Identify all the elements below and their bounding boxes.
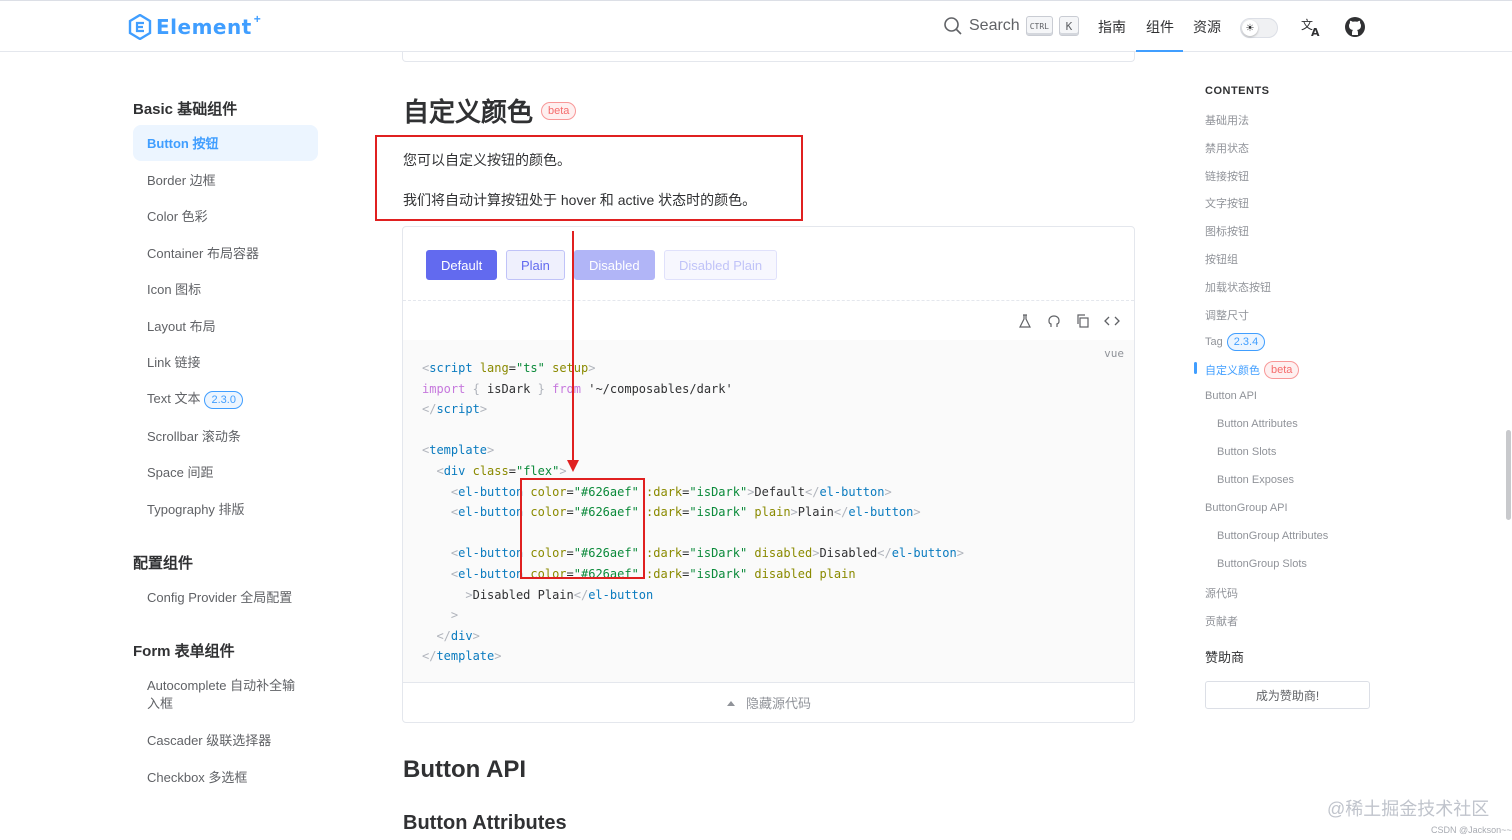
sidebar-item-link[interactable]: Link 链接 [147,354,200,372]
sun-icon: ☀ [1242,20,1258,36]
sidebar-item-button[interactable]: Button 按钮 [147,135,218,153]
element-plus-logo[interactable]: Element + [128,12,263,41]
previous-demo-card-edge [402,52,1135,62]
toc-item-basic[interactable]: 基础用法 [1205,112,1249,128]
sidebar-group-config: 配置组件 [133,555,194,572]
sidebar-item-checkbox[interactable]: Checkbox 多选框 [147,769,247,787]
sidebar-item-container[interactable]: Container 布局容器 [147,245,259,263]
nav-active-indicator [1136,50,1183,52]
beta-badge: beta [541,101,577,120]
caret-up-icon [726,700,735,706]
demo-preview: Default Plain Disabled Disabled Plain [403,227,1134,301]
sidebar: Basic 基础组件 Button 按钮 Border 边框 Color 色彩 … [0,52,340,840]
demo-card: Default Plain Disabled Disabled Plain vu… [402,226,1135,723]
toc-item-loading[interactable]: 加载状态按钮 [1205,279,1271,295]
sidebar-item-layout[interactable]: Layout 布局 [147,318,216,336]
toc-item-button-api[interactable]: Button API [1205,390,1257,402]
toc-item-link[interactable]: 链接按钮 [1205,168,1249,184]
toc-item-tag[interactable]: Tag 2.3.4 [1205,333,1266,351]
github-edit-icon[interactable] [1046,313,1062,329]
hide-source-label: 隐藏源代码 [745,696,811,711]
sidebar-item-icon[interactable]: Icon 图标 [147,281,201,299]
nav-resource[interactable]: 资源 [1193,17,1221,37]
section-title: 自定义颜色 beta [403,92,577,129]
sidebar-item-typography[interactable]: Typography 排版 [147,501,245,519]
toc-item-text[interactable]: 文字按钮 [1205,195,1249,211]
hide-source-button[interactable]: 隐藏源代码 [403,682,1134,722]
sponsor-title: 赞助商 [1205,650,1245,665]
view-source-icon[interactable] [1104,313,1120,329]
beta-badge: beta [1264,361,1300,379]
sidebar-item-config-provider[interactable]: Config Provider 全局配置 [147,589,292,607]
sidebar-item-border[interactable]: Border 边框 [147,172,216,190]
copy-icon[interactable] [1075,313,1091,329]
demo-disabled-plain-button: Disabled Plain [664,250,778,280]
search-button[interactable]: Search CTRL K [943,16,1079,36]
svg-text:A: A [1311,26,1320,38]
toc-item-label: 自定义颜色 [1205,365,1260,377]
toc-item-size[interactable]: 调整尺寸 [1205,307,1249,323]
demo-default-button[interactable]: Default [426,250,498,280]
logo-plus: + [253,12,261,26]
nav-guide[interactable]: 指南 [1098,17,1126,37]
toc-title: CONTENTS [1205,85,1270,97]
shortcut-k-key: K [1058,16,1079,36]
sidebar-item-label: Text 文本 [147,391,201,406]
code-language-label: vue [1104,347,1124,360]
logo-text: Element [156,15,252,39]
sidebar-item-text[interactable]: Text 文本 2.3.0 [147,390,243,409]
search-label: Search [969,17,1020,34]
button-attributes-heading: Button Attributes [403,812,567,834]
sidebar-item-space[interactable]: Space 间距 [147,464,213,482]
toc-item-buttongroup-api[interactable]: ButtonGroup API [1205,502,1288,514]
version-badge: 2.3.4 [1226,333,1266,351]
sidebar-item-cascader[interactable]: Cascader 级联选择器 [147,732,271,750]
toc-active-marker [1194,362,1197,374]
toc-item-buttongroup-attributes[interactable]: ButtonGroup Attributes [1217,530,1328,542]
playground-flask-icon[interactable] [1017,313,1033,329]
github-icon[interactable] [1344,16,1366,38]
section-title-text: 自定义颜色 [403,97,534,127]
search-icon [944,17,962,35]
watermark-author: CSDN @Jackson~~ [1431,825,1512,835]
nav-component[interactable]: 组件 [1146,17,1174,37]
sidebar-item-color[interactable]: Color 色彩 [147,208,208,226]
sidebar-group-basic: Basic 基础组件 [133,101,238,118]
toc-item-contributors[interactable]: 贡献者 [1205,613,1238,629]
demo-toolbar [403,302,1134,340]
page-scrollbar[interactable] [1506,430,1511,520]
element-logo-icon [128,14,152,40]
toc-item-custom-color[interactable]: 自定义颜色 beta [1205,361,1300,379]
version-badge: 2.3.0 [204,391,243,409]
annotation-box-description [375,135,803,221]
sidebar-item-scrollbar[interactable]: Scrollbar 滚动条 [147,428,241,446]
toc-item-buttongroup-slots[interactable]: ButtonGroup Slots [1217,558,1307,570]
dark-mode-toggle[interactable]: ☀ [1240,18,1278,38]
source-code: <script lang="ts" setup> import { isDark… [422,361,964,664]
toc-item-button-attributes[interactable]: Button Attributes [1217,418,1298,430]
translate-icon[interactable]: 文 A [1300,16,1322,38]
watermark: @稀土掘金技术社区 [1327,799,1490,819]
annotation-box-color-attr [520,478,645,579]
top-navbar: Element + Search CTRL K 指南 组件 资源 ☀ 文 A [0,0,1512,52]
become-sponsor-button[interactable]: 成为赞助商! [1205,681,1370,709]
sidebar-group-form: Form 表单组件 [133,643,235,660]
demo-disabled-button: Disabled [574,250,655,280]
demo-plain-button[interactable]: Plain [506,250,565,280]
button-api-heading: Button API [403,756,527,783]
toc-item-button-exposes[interactable]: Button Exposes [1217,474,1294,486]
toc-item-button-slots[interactable]: Button Slots [1217,446,1276,458]
toc-item-icon[interactable]: 图标按钮 [1205,223,1249,239]
toc-item-label: Tag [1205,336,1223,348]
shortcut-ctrl-key: CTRL [1025,16,1053,36]
source-code-block: vue <script lang="ts" setup> import { is… [403,340,1134,682]
toc-item-disabled[interactable]: 禁用状态 [1205,140,1249,156]
sidebar-item-autocomplete[interactable]: Autocomplete 自动补全输入框 [147,677,307,713]
toc-item-source[interactable]: 源代码 [1205,585,1238,601]
toc-item-group[interactable]: 按钮组 [1205,251,1238,267]
